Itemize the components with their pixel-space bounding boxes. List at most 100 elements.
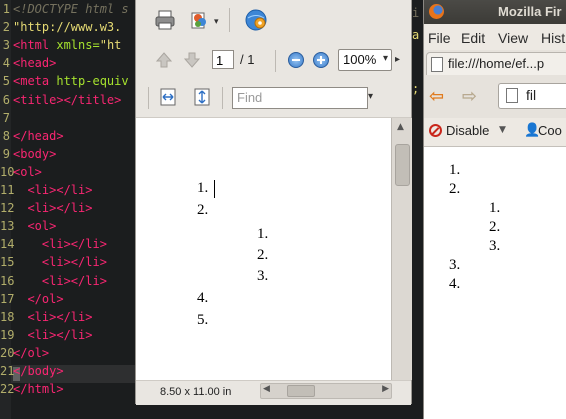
zoom-value: 100% [343, 52, 377, 67]
code-line: <li></li> [13, 328, 92, 342]
find-placeholder: Find [237, 90, 263, 105]
page-layout-icon[interactable] [188, 8, 212, 32]
page-icon [431, 57, 443, 72]
line-number: 13 [0, 219, 15, 234]
code-line: <body> [13, 147, 56, 161]
code-line: <li></li> [13, 183, 92, 197]
chevron-down-icon[interactable]: ▾ [368, 91, 373, 102]
line-number: 15 [0, 255, 15, 270]
document-page[interactable]: 1. 2. 1. 2. 3. 4. 5. [136, 118, 391, 380]
vertical-scrollbar[interactable]: ▲ [391, 118, 412, 380]
firefox-icon [429, 4, 444, 19]
code-line: <html xmlns="ht [13, 38, 121, 52]
code-line: <head> [13, 56, 56, 70]
tab-active[interactable]: file:///home/ef...p [426, 52, 566, 75]
scroll-left-icon[interactable]: ◀ [263, 384, 270, 394]
settings-globe-icon[interactable] [243, 7, 267, 31]
line-number: 11 [0, 183, 15, 197]
code-editor[interactable]: 1 2 3 4 5 6 7 8 9 10 11 12 13 14 15 16 17 18 19 20 21 22 <!DOC… [0, 0, 419, 419]
code-token: <ol> [27, 219, 57, 234]
editor-overflow-fragment-1: i [412, 6, 420, 20]
toolbar-separator [222, 87, 223, 109]
previous-page-icon[interactable] [154, 50, 174, 74]
list-item: 4. [449, 276, 461, 292]
code-token: </ol> [13, 345, 50, 360]
scrollbar-thumb[interactable] [395, 144, 410, 186]
zoom-out-icon[interactable] [288, 52, 304, 68]
toolbar-overflow-icon[interactable]: ▸ [395, 54, 400, 65]
fit-width-icon[interactable] [158, 87, 178, 111]
fit-page-icon[interactable] [192, 87, 212, 111]
menu-item-view[interactable]: View [498, 30, 528, 46]
code-token: </html> [13, 382, 64, 397]
code-token: <li></li> [41, 237, 107, 252]
nested-list-item: 2. [489, 219, 501, 235]
scroll-up-icon[interactable]: ▲ [397, 122, 404, 132]
tab-title: file:///home/ef...p [448, 56, 545, 71]
menu-item-file[interactable]: File [428, 30, 451, 46]
toolbar-separator [229, 8, 230, 32]
code-token: <body> [13, 146, 57, 161]
code-line: </ol> [13, 346, 49, 360]
back-arrow-icon[interactable]: ⇦ [429, 86, 444, 107]
code-token: </ol> [27, 291, 64, 306]
list-item: 1. [197, 180, 209, 196]
code-line: <!DOCTYPE html s [13, 2, 129, 16]
code-token: <li></li> [41, 255, 107, 270]
zoom-select[interactable]: 100% ▾ [338, 49, 392, 71]
line-number: 7 [2, 110, 10, 125]
menu-item-hist[interactable]: Hist [541, 30, 565, 46]
chevron-down-icon: ▾ [382, 53, 388, 64]
line-number: 18 [0, 309, 15, 324]
list-item: 1. [449, 162, 461, 178]
menu-bar: File Edit View Hist [424, 24, 566, 51]
horizontal-scrollbar[interactable]: ◀ ▶ [260, 383, 392, 399]
next-page-icon[interactable] [182, 50, 202, 74]
code-line: </body> [13, 364, 64, 378]
forward-arrow-icon[interactable]: ⇨ [462, 86, 477, 107]
address-text: fil [526, 87, 537, 103]
cookies-menu[interactable]: Coo [538, 123, 562, 138]
code-token: <li></li> [27, 201, 93, 216]
list-item: 4. [197, 290, 209, 306]
print-icon[interactable] [153, 8, 177, 32]
toolbar-separator [148, 87, 149, 109]
find-toolbar: Find ▾ [136, 80, 411, 118]
title-bar: Mozilla Fir [424, 0, 566, 24]
browser-window: Mozilla Fir File Edit View Hist file:///hom… [423, 0, 566, 419]
line-number: 21 [0, 364, 15, 378]
chevron-down-icon[interactable]: ▾ [214, 17, 219, 27]
scrollbar-thumb[interactable] [287, 385, 315, 397]
code-line: <ol> [13, 219, 56, 233]
code-token: <!DOCTYPE html s [13, 2, 129, 16]
line-number: 19 [0, 327, 15, 342]
code-line: <li></li> [13, 237, 107, 251]
address-bar[interactable]: fil [498, 83, 566, 109]
scroll-right-icon[interactable]: ▶ [382, 384, 389, 394]
line-number: 8 [2, 128, 10, 143]
code-line: <li></li> [13, 310, 92, 324]
page-number-input[interactable]: 1 [212, 50, 234, 69]
disable-menu[interactable]: Disable [446, 123, 489, 138]
chevron-down-icon[interactable]: ▼ [499, 125, 506, 135]
code-token: <li></li> [27, 183, 93, 197]
code-token: "http://www.w3. [13, 20, 122, 35]
toolbar-separator [275, 50, 276, 72]
code-token: <head> [13, 56, 57, 71]
list-item: 5. [197, 312, 209, 328]
editor-overflow-fragment-3: ; [412, 82, 420, 96]
code-token: "ht [99, 38, 122, 53]
code-line: <li></li> [13, 201, 92, 215]
menu-item-edit[interactable]: Edit [461, 30, 485, 46]
code-token: <li></li> [27, 309, 93, 324]
line-number: 1 [2, 2, 10, 16]
find-input[interactable]: Find [232, 87, 368, 109]
page-content[interactable]: 1. 2. 1. 2. 3. 3. 4. [424, 147, 566, 419]
main-toolbar: ▾ [136, 0, 411, 41]
zoom-in-icon[interactable] [313, 52, 329, 68]
code-line: <li></li> [13, 255, 107, 269]
text-caret [214, 180, 215, 198]
